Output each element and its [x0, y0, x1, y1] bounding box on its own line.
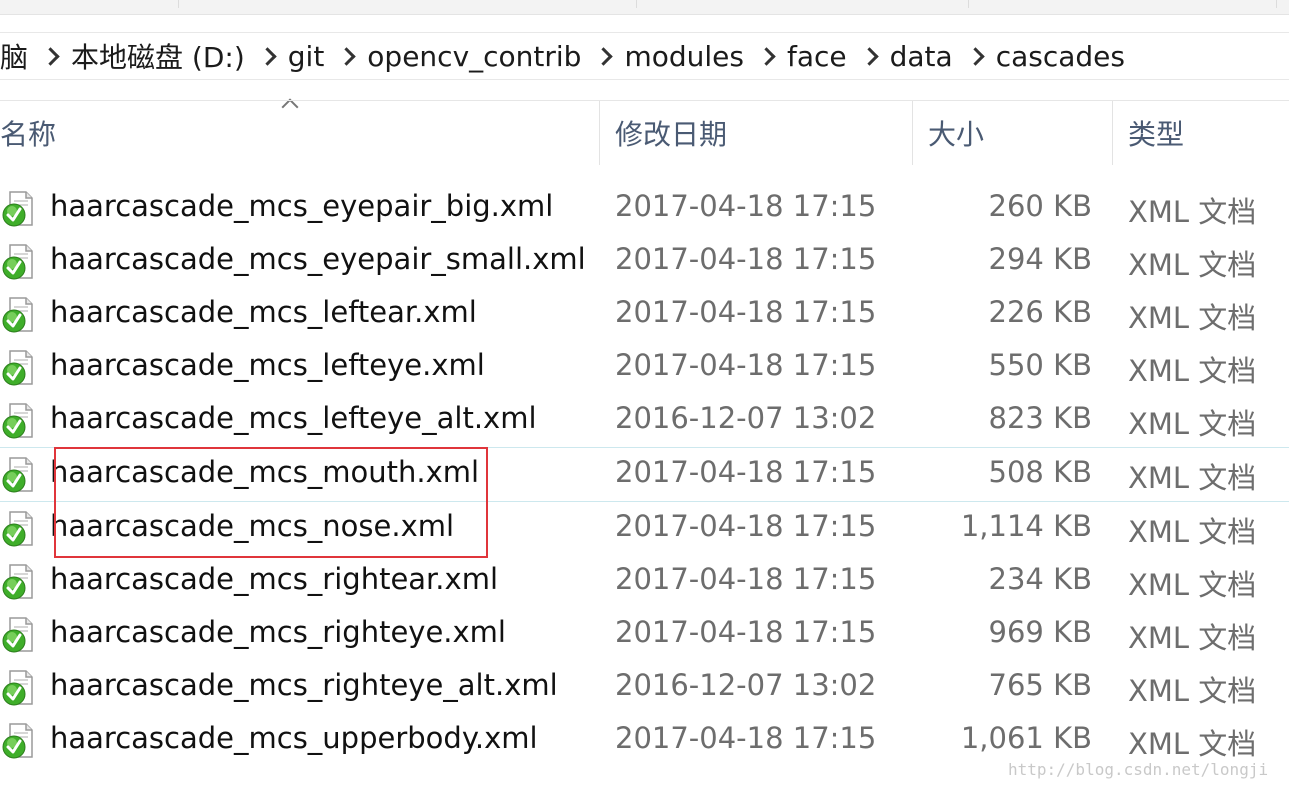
xml-file-icon	[2, 191, 34, 227]
file-type: XML 文档	[1128, 621, 1257, 655]
file-size: 969 KB	[988, 615, 1092, 649]
toolbar-divider	[1276, 0, 1277, 8]
file-date: 2017-04-18 17:15	[615, 242, 877, 276]
file-name: haarcascade_mcs_righteye.xml	[50, 615, 506, 649]
chevron-right-icon[interactable]	[757, 46, 776, 66]
file-name: haarcascade_mcs_rightear.xml	[50, 562, 498, 596]
xml-file-icon	[2, 670, 34, 706]
file-row[interactable]: haarcascade_mcs_righteye.xml 2017-04-18 1…	[0, 608, 1289, 661]
file-row[interactable]: haarcascade_mcs_eyepair_big.xml 2017-04-1…	[0, 182, 1289, 235]
xml-file-icon	[2, 297, 34, 333]
toolbar-divider	[968, 0, 969, 8]
column-header: 名称 修改日期 大小 类型	[0, 100, 1289, 165]
file-name: haarcascade_mcs_righteye_alt.xml	[50, 668, 558, 702]
breadcrumb-item[interactable]: 本地磁盘 (D:)	[71, 36, 245, 76]
chevron-right-icon[interactable]	[337, 46, 356, 66]
file-type: XML 文档	[1128, 674, 1257, 708]
file-size: 823 KB	[988, 401, 1092, 435]
xml-file-icon	[2, 244, 34, 280]
file-size: 508 KB	[988, 455, 1092, 489]
file-row[interactable]: haarcascade_mcs_nose.xml 2017-04-18 17:15…	[0, 502, 1289, 555]
breadcrumb-item[interactable]: opencv_contrib	[367, 40, 581, 73]
xml-file-icon	[2, 511, 34, 547]
file-type: XML 文档	[1128, 354, 1257, 388]
file-name: haarcascade_mcs_upperbody.xml	[50, 721, 538, 755]
file-name: haarcascade_mcs_lefteye.xml	[50, 348, 485, 382]
file-row[interactable]: haarcascade_mcs_righteye_alt.xml 2016-12-…	[0, 661, 1289, 714]
file-name: haarcascade_mcs_mouth.xml	[50, 455, 480, 489]
file-date: 2017-04-18 17:15	[615, 721, 877, 755]
file-type: XML 文档	[1128, 195, 1257, 229]
file-type: XML 文档	[1128, 515, 1257, 549]
file-type: XML 文档	[1128, 568, 1257, 602]
file-type: XML 文档	[1128, 248, 1257, 282]
toolbar-strip	[0, 0, 1289, 15]
toolbar-divider	[178, 0, 179, 8]
file-date: 2017-04-18 17:15	[615, 348, 877, 382]
file-name: haarcascade_mcs_eyepair_big.xml	[50, 189, 554, 223]
column-divider[interactable]	[1112, 101, 1113, 165]
file-row[interactable]: haarcascade_mcs_mouth.xml 2017-04-18 17:1…	[0, 448, 1289, 502]
file-row[interactable]: haarcascade_mcs_leftear.xml 2017-04-18 17…	[0, 288, 1289, 341]
file-name: haarcascade_mcs_nose.xml	[50, 509, 455, 543]
xml-file-icon	[2, 403, 34, 439]
xml-file-icon	[2, 723, 34, 759]
column-header-name[interactable]: 名称	[0, 101, 56, 165]
file-row[interactable]: haarcascade_mcs_eyepair_small.xml 2017-04…	[0, 235, 1289, 288]
file-row[interactable]: haarcascade_mcs_lefteye.xml 2017-04-18 17…	[0, 341, 1289, 394]
file-type: XML 文档	[1128, 407, 1257, 441]
file-size: 226 KB	[988, 295, 1092, 329]
file-date: 2016-12-07 13:02	[615, 401, 877, 435]
file-size: 234 KB	[988, 562, 1092, 596]
file-date: 2017-04-18 17:15	[615, 455, 877, 489]
watermark: http://blog.csdn.net/longji	[1008, 760, 1269, 779]
xml-file-icon	[2, 617, 34, 653]
column-header-date[interactable]: 修改日期	[615, 101, 727, 165]
file-type: XML 文档	[1128, 461, 1257, 495]
file-name: haarcascade_mcs_lefteye_alt.xml	[50, 401, 537, 435]
chevron-right-icon[interactable]	[594, 46, 614, 66]
toolbar-divider	[636, 0, 637, 8]
file-date: 2017-04-18 17:15	[615, 509, 877, 543]
file-date: 2016-12-07 13:02	[615, 668, 877, 702]
file-size: 294 KB	[988, 242, 1092, 276]
xml-file-icon	[2, 457, 34, 493]
breadcrumb: 脑 本地磁盘 (D:) git opencv_contrib modules f…	[0, 32, 1289, 80]
column-divider[interactable]	[912, 101, 913, 165]
file-row[interactable]: haarcascade_mcs_lefteye_alt.xml 2016-12-0…	[0, 394, 1289, 448]
file-size: 260 KB	[988, 189, 1092, 223]
chevron-right-icon[interactable]	[859, 46, 879, 66]
column-header-type[interactable]: 类型	[1128, 101, 1184, 165]
breadcrumb-item[interactable]: modules	[624, 40, 744, 73]
file-date: 2017-04-18 17:15	[615, 189, 877, 223]
column-divider[interactable]	[599, 101, 600, 165]
file-size: 765 KB	[988, 668, 1092, 702]
column-header-size[interactable]: 大小	[928, 101, 984, 165]
xml-file-icon	[2, 564, 34, 600]
breadcrumb-item[interactable]: data	[890, 40, 953, 73]
chevron-right-icon[interactable]	[258, 46, 277, 66]
breadcrumb-item-current[interactable]: cascades	[996, 40, 1125, 73]
breadcrumb-item[interactable]: git	[288, 40, 325, 73]
file-type: XML 文档	[1128, 727, 1257, 761]
chevron-right-icon[interactable]	[966, 46, 985, 66]
file-size: 1,061 KB	[960, 721, 1092, 755]
file-type: XML 文档	[1128, 301, 1257, 335]
file-name: haarcascade_mcs_leftear.xml	[50, 295, 477, 329]
file-date: 2017-04-18 17:15	[615, 295, 877, 329]
breadcrumb-item[interactable]: face	[787, 40, 847, 73]
file-row[interactable]: haarcascade_mcs_rightear.xml 2017-04-18 1…	[0, 555, 1289, 608]
xml-file-icon	[2, 350, 34, 386]
breadcrumb-item[interactable]: 脑	[0, 36, 28, 76]
file-date: 2017-04-18 17:15	[615, 562, 877, 596]
file-list: haarcascade_mcs_eyepair_big.xml 2017-04-1…	[0, 182, 1289, 767]
file-size: 550 KB	[988, 348, 1092, 382]
chevron-right-icon[interactable]	[41, 46, 60, 66]
file-size: 1,114 KB	[960, 509, 1092, 543]
file-date: 2017-04-18 17:15	[615, 615, 877, 649]
file-name: haarcascade_mcs_eyepair_small.xml	[50, 242, 586, 276]
